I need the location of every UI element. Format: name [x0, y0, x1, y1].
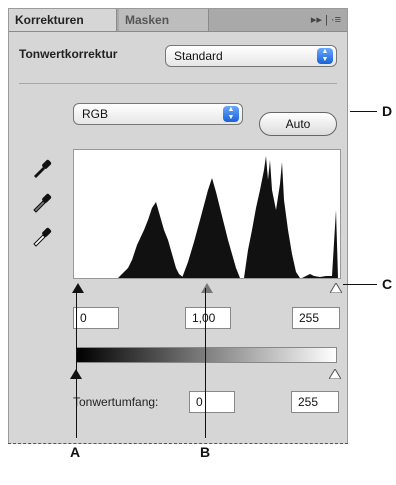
- histogram-graph: [118, 156, 338, 278]
- input-gamma-field[interactable]: 1,00: [185, 307, 231, 329]
- output-levels-label: Tonwertumfang:: [73, 395, 159, 409]
- output-gradient-bar: [76, 347, 337, 363]
- input-black-slider[interactable]: [72, 280, 84, 293]
- callout-b: B: [200, 444, 211, 460]
- callout-d: D: [382, 103, 393, 119]
- input-white-slider[interactable]: [329, 280, 343, 294]
- callout-c: C: [382, 276, 393, 292]
- output-black-field[interactable]: 0: [189, 391, 235, 413]
- preset-label: Tonwertkorrektur: [19, 47, 118, 61]
- tab-korrekturen[interactable]: Korrekturen: [9, 9, 117, 31]
- callout-line-b: [205, 288, 206, 438]
- input-black-field[interactable]: 0: [73, 307, 119, 329]
- channel-select[interactable]: RGB ▲ ▼: [73, 103, 243, 125]
- gray-eyedropper-icon[interactable]: [31, 191, 57, 213]
- callout-a: A: [70, 444, 81, 460]
- black-eyedropper-icon[interactable]: [31, 157, 57, 179]
- panel-menu-icons[interactable]: ▸▸ | ·≡: [311, 9, 341, 31]
- tab-masken[interactable]: Masken: [119, 9, 209, 31]
- output-white-field[interactable]: 255: [291, 391, 339, 413]
- histogram: [73, 149, 341, 279]
- input-gamma-slider[interactable]: [201, 280, 213, 293]
- callout-line-d: [350, 111, 377, 112]
- divider: [19, 83, 337, 84]
- preset-select[interactable]: Standard ▲ ▼: [165, 45, 337, 67]
- select-stepper-icon: ▲ ▼: [223, 106, 239, 122]
- callout-line-a: [76, 288, 77, 438]
- adjustments-panel: Korrekturen Masken ▸▸ | ·≡ Tonwertkorrek…: [8, 8, 348, 444]
- panel-bottom-edge: [8, 443, 348, 444]
- input-white-field[interactable]: 255: [292, 307, 340, 329]
- white-eyedropper-icon[interactable]: [31, 225, 57, 247]
- select-stepper-icon: ▲ ▼: [317, 48, 333, 64]
- tab-bar: Korrekturen Masken ▸▸ | ·≡: [9, 9, 347, 32]
- output-white-slider[interactable]: [328, 366, 342, 380]
- preset-select-value: Standard: [174, 49, 223, 63]
- callout-line-c: [343, 284, 377, 285]
- auto-button[interactable]: Auto: [259, 112, 337, 136]
- channel-select-value: RGB: [82, 107, 109, 121]
